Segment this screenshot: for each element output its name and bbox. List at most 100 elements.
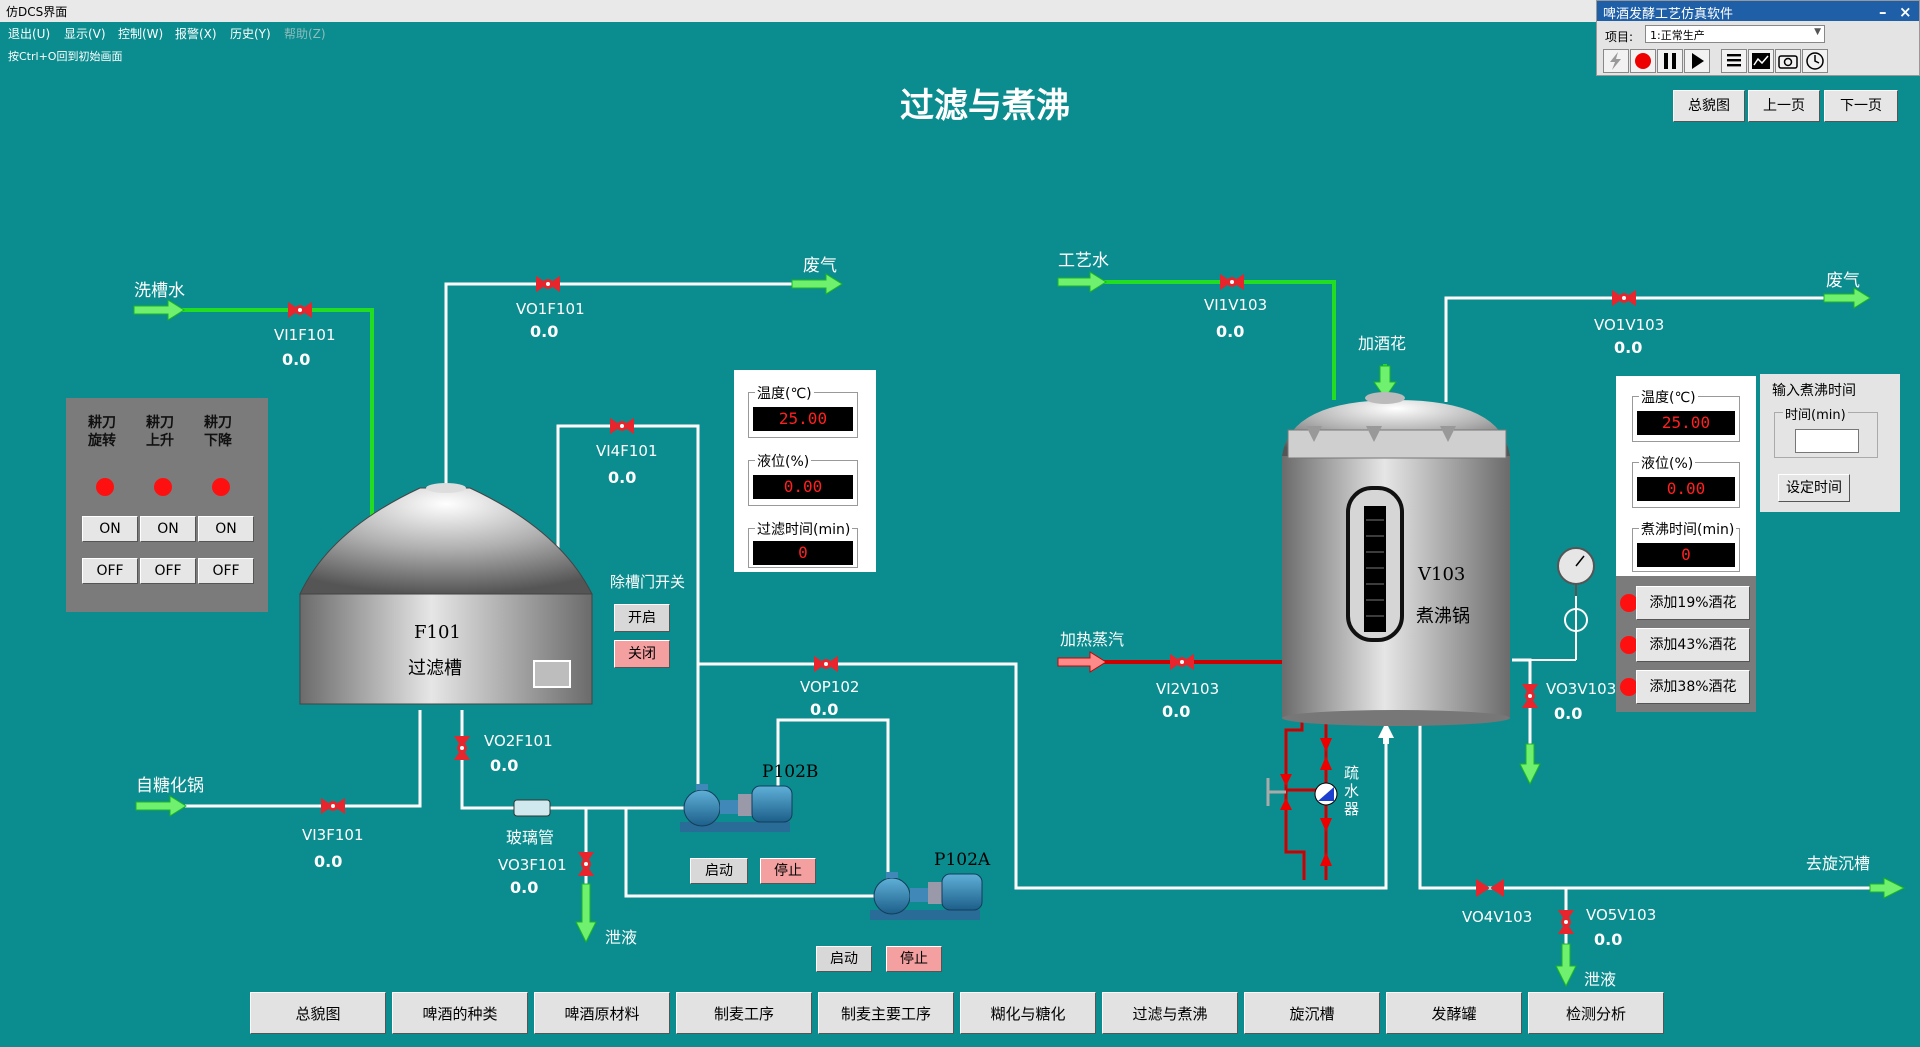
tab-raw-materials[interactable]: 啤酒原材料	[534, 992, 670, 1034]
pump-p102a-label: P102A	[934, 850, 991, 870]
rake-raise-on-button[interactable]: ON	[140, 516, 196, 542]
add-hops-19-button[interactable]: 添加19%酒花	[1636, 586, 1750, 620]
arrow-drain-boiler	[1555, 943, 1577, 988]
pipe-from-mash	[185, 710, 422, 808]
filter-temp-label: 温度(℃)	[755, 383, 814, 403]
pump-p102a-icon	[870, 872, 983, 920]
boil-tank-name: 煮沸锅	[1416, 606, 1470, 627]
grain-door-open-button[interactable]: 开启	[614, 604, 670, 632]
pump-p102b-label: P102B	[762, 762, 819, 782]
valve-vo3v103-icon[interactable]	[1522, 684, 1538, 708]
rake-lower-on-button[interactable]: ON	[198, 516, 254, 542]
arrow-waste-gas-out-filter	[791, 273, 843, 295]
rake-lower-indicator	[212, 478, 230, 496]
tab-beer-types[interactable]: 啤酒的种类	[392, 992, 528, 1034]
tag-vo1v103: VO1V103	[1594, 316, 1665, 334]
label-steam-trap: 疏 水 器	[1344, 764, 1360, 818]
value-vi1v103: 0.0	[1216, 322, 1245, 341]
grain-door-close-button[interactable]: 关闭	[614, 640, 670, 668]
value-vi3f101: 0.0	[314, 852, 343, 871]
rake-control-panel: 耕刀 旋转 耕刀 上升 耕刀 下降 ON ON ON OFF OFF OFF	[66, 398, 268, 612]
rake-lower-off-button[interactable]: OFF	[198, 558, 254, 584]
value-vi2v103: 0.0	[1162, 702, 1191, 721]
set-time-button[interactable]: 设定时间	[1778, 474, 1850, 502]
tab-filter-boil[interactable]: 过滤与煮沸	[1102, 992, 1238, 1034]
boil-temp-readout: 25.00	[1637, 411, 1735, 435]
valve-vo1v103-icon[interactable]	[1612, 290, 1636, 306]
pump-p102b-stop-button[interactable]: 停止	[760, 858, 816, 884]
arrow-mash-in	[135, 795, 187, 817]
value-vo3f101: 0.0	[510, 878, 539, 897]
tab-malting-main[interactable]: 制麦主要工序	[818, 992, 954, 1034]
rake-rotate-off-button[interactable]: OFF	[82, 558, 138, 584]
valve-vo2f101-icon[interactable]	[454, 736, 470, 760]
value-vo3v103: 0.0	[1554, 704, 1583, 723]
arrow-to-whirlpool	[1869, 877, 1906, 899]
rake-rotate-on-button[interactable]: ON	[82, 516, 138, 542]
boil-time-readout: 0	[1637, 543, 1735, 567]
tag-vo2f101: VO2F101	[484, 732, 553, 750]
filter-tank-name: 过滤槽	[408, 658, 462, 679]
tag-vi1v103: VI1V103	[1204, 296, 1268, 314]
label-drain-boiler: 泄液	[1584, 970, 1617, 989]
boil-level-label: 液位(%)	[1639, 453, 1696, 473]
grain-door-label: 除槽门开关	[610, 573, 686, 591]
filter-info-panel: 温度(℃) 25.00 液位(%) 0.00 过滤时间(min) 0	[734, 370, 876, 572]
add-hops-38-button[interactable]: 添加38%酒花	[1636, 670, 1750, 704]
arrow-drain-filter	[575, 883, 597, 944]
boil-time-label: 煮沸时间(min)	[1639, 519, 1737, 539]
value-vi4f101: 0.0	[608, 468, 637, 487]
boil-info-panel: 温度(℃) 25.00 液位(%) 0.00 煮沸时间(min) 0	[1616, 376, 1756, 576]
add-hops-43-button[interactable]: 添加43%酒花	[1636, 628, 1750, 662]
hops-panel: 添加19%酒花 添加43%酒花 添加38%酒花	[1616, 576, 1756, 712]
tab-whirlpool[interactable]: 旋沉槽	[1244, 992, 1380, 1034]
valve-vo5v103-icon[interactable]	[1558, 910, 1574, 934]
valve-vi2v103-icon[interactable]	[1170, 654, 1194, 670]
boil-kettle-v103	[1282, 392, 1510, 726]
tab-malting[interactable]: 制麦工序	[676, 992, 812, 1034]
valve-vi3f101-icon[interactable]	[321, 798, 345, 814]
arrow-waste-gas-out-boiler	[1823, 287, 1871, 309]
label-drain-filter: 泄液	[605, 928, 638, 947]
value-vo1f101: 0.0	[530, 322, 559, 341]
boil-temp-label: 温度(℃)	[1639, 387, 1698, 407]
rake-rotate-label: 耕刀 旋转	[88, 415, 116, 449]
valve-vop102-icon[interactable]	[814, 656, 838, 672]
pump-p102a-start-button[interactable]: 启动	[816, 946, 872, 972]
boil-temp-group: 温度(℃) 25.00	[1632, 387, 1740, 442]
filter-level-group: 液位(%) 0.00	[748, 451, 858, 506]
rake-lower-label: 耕刀 下降	[204, 415, 232, 449]
valve-vo4v103-icon[interactable]	[1476, 879, 1504, 897]
tag-vi3f101: VI3F101	[302, 826, 364, 844]
valve-vi1f101-icon[interactable]	[288, 302, 312, 318]
boil-tank-id: V103	[1418, 564, 1466, 585]
value-vo2f101: 0.0	[490, 756, 519, 775]
valve-vi1v103-icon[interactable]	[1220, 274, 1244, 290]
filter-level-readout: 0.00	[753, 475, 853, 499]
pump-p102b-start-button[interactable]: 启动	[690, 858, 748, 884]
tab-overview[interactable]: 总貌图	[250, 992, 386, 1034]
filter-time-label: 过滤时间(min)	[755, 519, 853, 539]
tag-vi2v103: VI2V103	[1156, 680, 1220, 698]
arrow-process-water-in	[1057, 271, 1107, 293]
tab-mashing[interactable]: 糊化与糖化	[960, 992, 1096, 1034]
rake-raise-off-button[interactable]: OFF	[140, 558, 196, 584]
tab-fermenter[interactable]: 发酵罐	[1386, 992, 1522, 1034]
boil-time-title: 输入煮沸时间	[1772, 383, 1856, 399]
pump-p102a-stop-button[interactable]: 停止	[886, 946, 942, 972]
arrow-wash-water-in	[133, 299, 185, 321]
arrow-steam-in	[1057, 651, 1107, 673]
valve-vo1f101-icon[interactable]	[536, 276, 560, 292]
label-glass-pipe: 玻璃管	[506, 828, 555, 847]
tag-vi1f101: VI1F101	[274, 326, 336, 344]
pressure-gauge-line	[1512, 596, 1588, 661]
boil-time-input[interactable]	[1795, 429, 1859, 453]
value-vi1f101: 0.0	[282, 350, 311, 369]
valve-vo3f101-icon[interactable]	[578, 852, 594, 876]
boil-time-field-label: 时间(min)	[1783, 404, 1848, 423]
filter-temp-group: 温度(℃) 25.00	[748, 383, 858, 438]
boil-time-field-group: 时间(min)	[1774, 404, 1878, 458]
label-waste-gas-filter: 废气	[803, 256, 837, 276]
valve-vi4f101-icon[interactable]	[610, 418, 634, 434]
tab-analysis[interactable]: 检测分析	[1528, 992, 1664, 1034]
